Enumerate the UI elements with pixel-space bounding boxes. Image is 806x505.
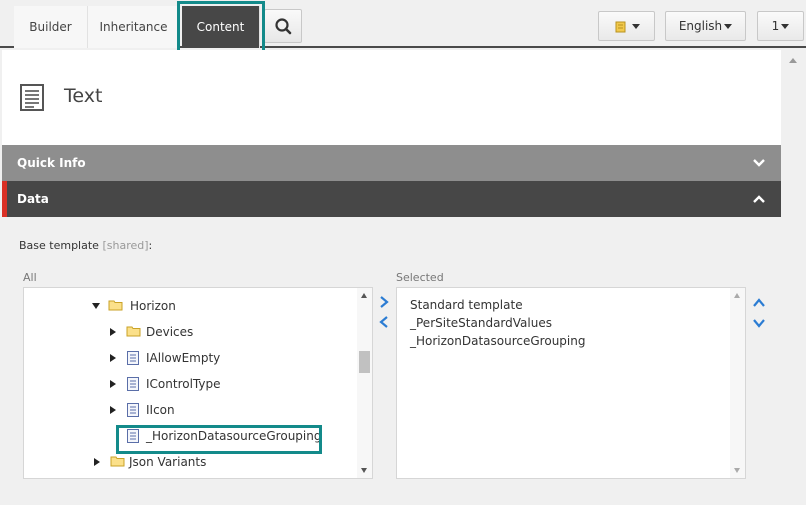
tab-content[interactable]: Content: [182, 6, 260, 48]
template-icon: [127, 429, 139, 443]
selected-templates-list[interactable]: Standard template _PerSiteStandardValues…: [396, 287, 746, 479]
selected-list-label: Selected: [396, 271, 444, 284]
template-icon: [127, 351, 139, 365]
version-selector-button[interactable]: 1: [757, 11, 804, 41]
tab-builder[interactable]: Builder: [14, 6, 88, 48]
remove-template-arrow-icon[interactable]: [377, 315, 391, 329]
tree-item-selected[interactable]: _HorizonDatasourceGrouping: [127, 425, 357, 447]
move-down-arrow-icon[interactable]: [752, 316, 766, 330]
all-templates-tree[interactable]: Horizon Devices IAllowEmpty IControlType…: [23, 287, 373, 479]
tree-item-label: IAllowEmpty: [146, 351, 221, 365]
folder-icon: [126, 326, 141, 337]
folder-icon: [110, 456, 125, 467]
shared-tag: [shared]: [102, 239, 149, 252]
expand-arrow-icon[interactable]: [110, 354, 116, 362]
chevron-down-icon: [781, 24, 790, 29]
move-up-arrow-icon[interactable]: [752, 296, 766, 310]
search-button[interactable]: [264, 9, 302, 43]
section-title: Data: [17, 192, 49, 206]
expand-arrow-icon[interactable]: [110, 328, 116, 336]
folder-icon: [108, 300, 123, 311]
chevron-down-icon: [724, 24, 733, 29]
section-quick-info[interactable]: Quick Info: [2, 145, 781, 181]
all-list-label: All: [23, 271, 37, 284]
tree-item-label: IControlType: [146, 377, 221, 391]
section-data[interactable]: Data: [2, 181, 781, 217]
scroll-up-icon[interactable]: [789, 58, 797, 63]
tree-item[interactable]: Devices: [110, 321, 350, 343]
chevron-down-icon: [753, 159, 765, 167]
scroll-up-icon[interactable]: [361, 293, 367, 298]
scrollbar-thumb[interactable]: [359, 351, 370, 373]
tree-item[interactable]: IIcon: [110, 399, 350, 421]
tree-item-label: _HorizonDatasourceGrouping: [146, 429, 322, 443]
field-label-base-template: Base template [shared]:: [19, 239, 152, 252]
tab-inheritance[interactable]: Inheritance: [88, 6, 180, 48]
database-selector-button[interactable]: [598, 11, 655, 41]
selected-item[interactable]: _PerSiteStandardValues: [410, 314, 585, 332]
add-template-arrow-icon[interactable]: [377, 295, 391, 309]
field-colon: :: [148, 239, 153, 252]
scroll-up-icon[interactable]: [734, 293, 740, 298]
active-section-marker: [2, 181, 7, 217]
expand-arrow-icon[interactable]: [94, 458, 100, 466]
selected-list-scrollbar[interactable]: [730, 288, 745, 478]
search-icon: [275, 18, 292, 35]
tree-item[interactable]: Json Variants: [94, 451, 354, 473]
expand-arrow-icon[interactable]: [110, 406, 116, 414]
tree-item-label: Json Variants: [129, 455, 207, 469]
selected-item[interactable]: Standard template: [410, 296, 585, 314]
tree-item-label: IIcon: [146, 403, 175, 417]
collapse-arrow-icon[interactable]: [92, 303, 100, 309]
page-title: Text: [64, 85, 103, 107]
tree-item[interactable]: Horizon: [92, 295, 342, 317]
section-title: Quick Info: [17, 156, 86, 170]
chevron-up-icon: [753, 195, 765, 203]
tree-item-label: Devices: [146, 325, 194, 339]
text-template-icon: [20, 84, 44, 111]
language-selector-button[interactable]: English: [665, 11, 746, 41]
database-icon: [615, 21, 626, 32]
expand-arrow-icon[interactable]: [110, 380, 116, 388]
tree-item[interactable]: IAllowEmpty: [110, 347, 350, 369]
scroll-down-icon[interactable]: [361, 468, 367, 473]
all-list-scrollbar[interactable]: [357, 288, 372, 478]
editor-toolbar: Builder Inheritance Content English 1: [0, 0, 806, 48]
chevron-down-icon: [632, 24, 641, 29]
tree-item-label: Horizon: [130, 299, 176, 313]
data-section-body: Base template [shared]: All Selected Hor…: [2, 217, 781, 505]
field-label: Base template: [19, 239, 99, 252]
language-label: English: [678, 19, 723, 33]
selected-item[interactable]: _HorizonDatasourceGrouping: [410, 332, 585, 350]
tree-item[interactable]: IControlType: [110, 373, 350, 395]
scroll-down-icon[interactable]: [734, 468, 740, 473]
version-label: 1: [771, 19, 780, 33]
selected-items: Standard template _PerSiteStandardValues…: [410, 296, 585, 350]
item-header: Text: [2, 50, 781, 145]
template-icon: [127, 403, 139, 417]
page-scrollbar[interactable]: [781, 50, 806, 505]
template-icon: [127, 377, 139, 391]
